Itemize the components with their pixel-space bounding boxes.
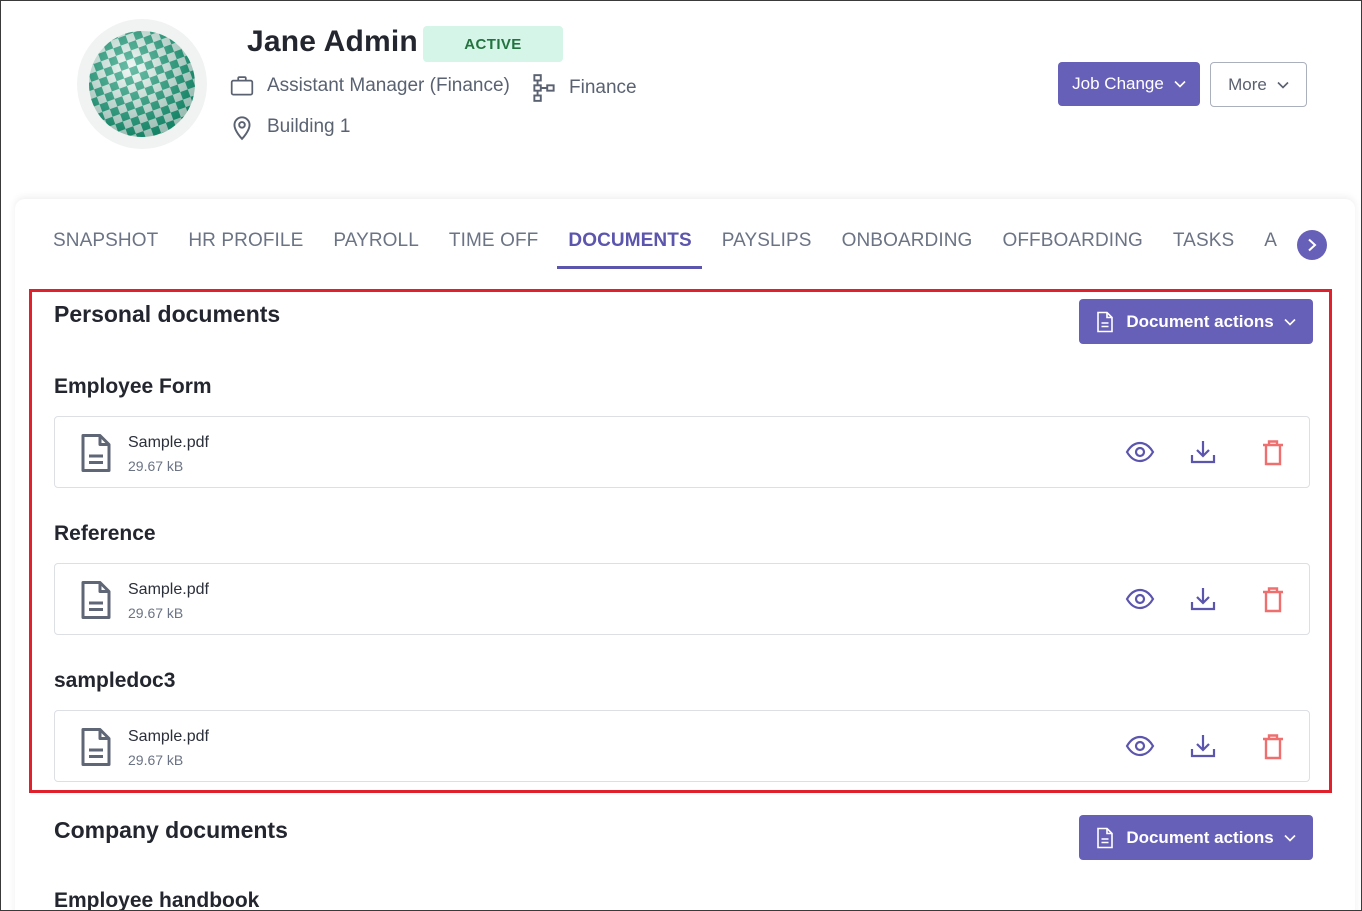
chevron-down-icon [1284, 834, 1296, 842]
briefcase-icon [230, 76, 254, 96]
tab-scroll-right-button[interactable] [1297, 230, 1327, 260]
chevron-down-icon [1174, 80, 1186, 88]
org-chart-icon [533, 74, 555, 102]
location-pin-icon [233, 116, 251, 141]
tab-onboarding[interactable]: ONBOARDING [842, 217, 973, 268]
tab-snapshot[interactable]: SNAPSHOT [53, 217, 158, 268]
employee-name: Jane Admin [247, 25, 418, 58]
tab-hr-profile[interactable]: HR PROFILE [188, 217, 303, 268]
document-icon [1097, 827, 1114, 848]
chevron-right-icon [1308, 238, 1317, 252]
job-title-row: Assistant Manager (Finance) [229, 73, 510, 99]
tab-payslips[interactable]: PAYSLIPS [722, 217, 812, 268]
group-title: Employee handbook [54, 889, 260, 911]
app-window: Jane Admin ACTIVE Assistant Manager (Fin… [0, 0, 1362, 911]
job-change-button[interactable]: Job Change [1058, 62, 1200, 106]
more-label: More [1228, 74, 1267, 94]
document-actions-label: Document actions [1126, 827, 1274, 847]
location-row: Building 1 [229, 113, 350, 141]
tab-time-off[interactable]: TIME OFF [449, 217, 538, 268]
profile-card: SNAPSHOT HR PROFILE PAYROLL TIME OFF DOC… [15, 199, 1355, 911]
company-document-actions-button[interactable]: Document actions [1079, 815, 1313, 860]
status-badge: ACTIVE [423, 26, 563, 62]
location: Building 1 [267, 116, 351, 137]
department: Finance [569, 77, 637, 98]
tab-documents[interactable]: DOCUMENTS [557, 217, 703, 269]
tab-truncated[interactable]: A [1264, 217, 1277, 268]
more-button[interactable]: More [1210, 62, 1307, 107]
avatar [77, 19, 207, 149]
highlight-box [29, 289, 1332, 793]
department-row: Finance [531, 73, 637, 103]
tab-payroll[interactable]: PAYROLL [333, 217, 419, 268]
tab-offboarding[interactable]: OFFBOARDING [1002, 217, 1142, 268]
job-title: Assistant Manager (Finance) [267, 75, 510, 96]
company-documents-title: Company documents [54, 817, 288, 843]
tab-tasks[interactable]: TASKS [1173, 217, 1234, 268]
chevron-down-icon [1277, 81, 1289, 89]
tab-bar: SNAPSHOT HR PROFILE PAYROLL TIME OFF DOC… [53, 217, 1313, 269]
job-change-label: Job Change [1072, 74, 1164, 93]
